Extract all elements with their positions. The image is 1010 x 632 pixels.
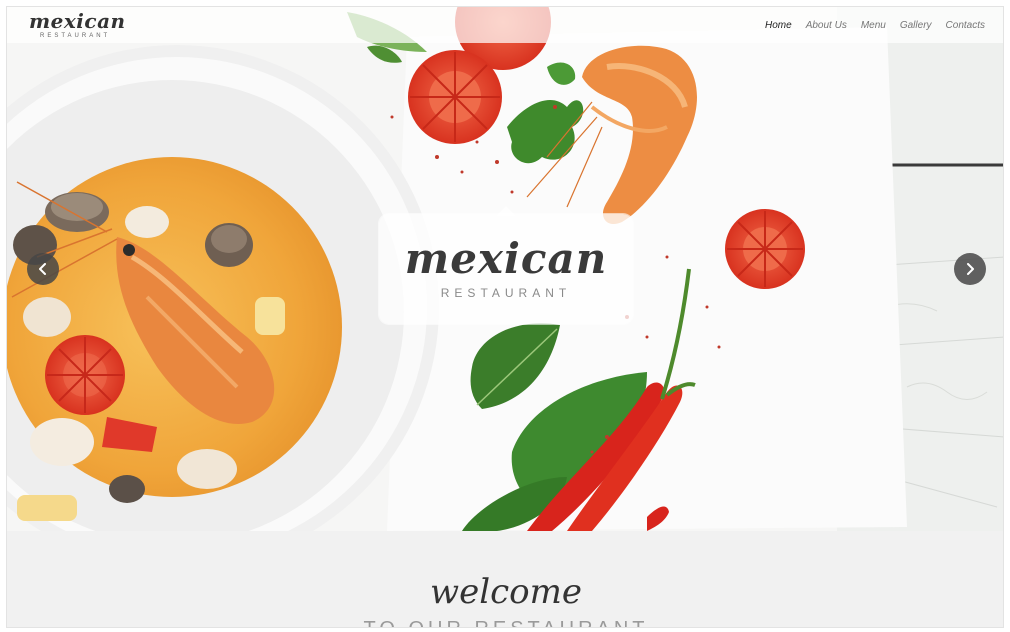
page-frame: mexican RESTAURANT Home About Us Menu Ga… [6, 6, 1004, 628]
hero-logo-subtitle: RESTAURANT [440, 286, 572, 300]
hero-logo-title: mexican [404, 234, 608, 283]
welcome-title: welcome [430, 572, 582, 612]
nav-gallery[interactable]: Gallery [900, 20, 932, 31]
welcome-section: welcome TO OUR RESTAURANT [7, 531, 1003, 627]
hero-slider: mexican RESTAURANT Home About Us Menu Ga… [7, 7, 1003, 531]
chevron-right-icon [967, 263, 974, 275]
main-nav: Home About Us Menu Gallery Contacts [765, 20, 985, 31]
header-logo[interactable]: mexican RESTAURANT [29, 11, 126, 39]
nav-contacts[interactable]: Contacts [946, 20, 985, 31]
chevron-left-icon [39, 263, 46, 275]
hero-logo-badge: mexican RESTAURANT [379, 206, 633, 324]
nav-home[interactable]: Home [765, 20, 792, 31]
nav-about-us[interactable]: About Us [806, 20, 847, 31]
brand-tagline: RESTAURANT [40, 33, 111, 39]
welcome-subtitle: TO OUR RESTAURANT [7, 619, 1003, 627]
nav-menu[interactable]: Menu [861, 20, 886, 31]
slider-next-button[interactable] [954, 253, 986, 285]
slider-prev-button[interactable] [27, 253, 59, 285]
brand-name: mexican [29, 9, 126, 33]
site-header: mexican RESTAURANT Home About Us Menu Ga… [7, 7, 1003, 43]
